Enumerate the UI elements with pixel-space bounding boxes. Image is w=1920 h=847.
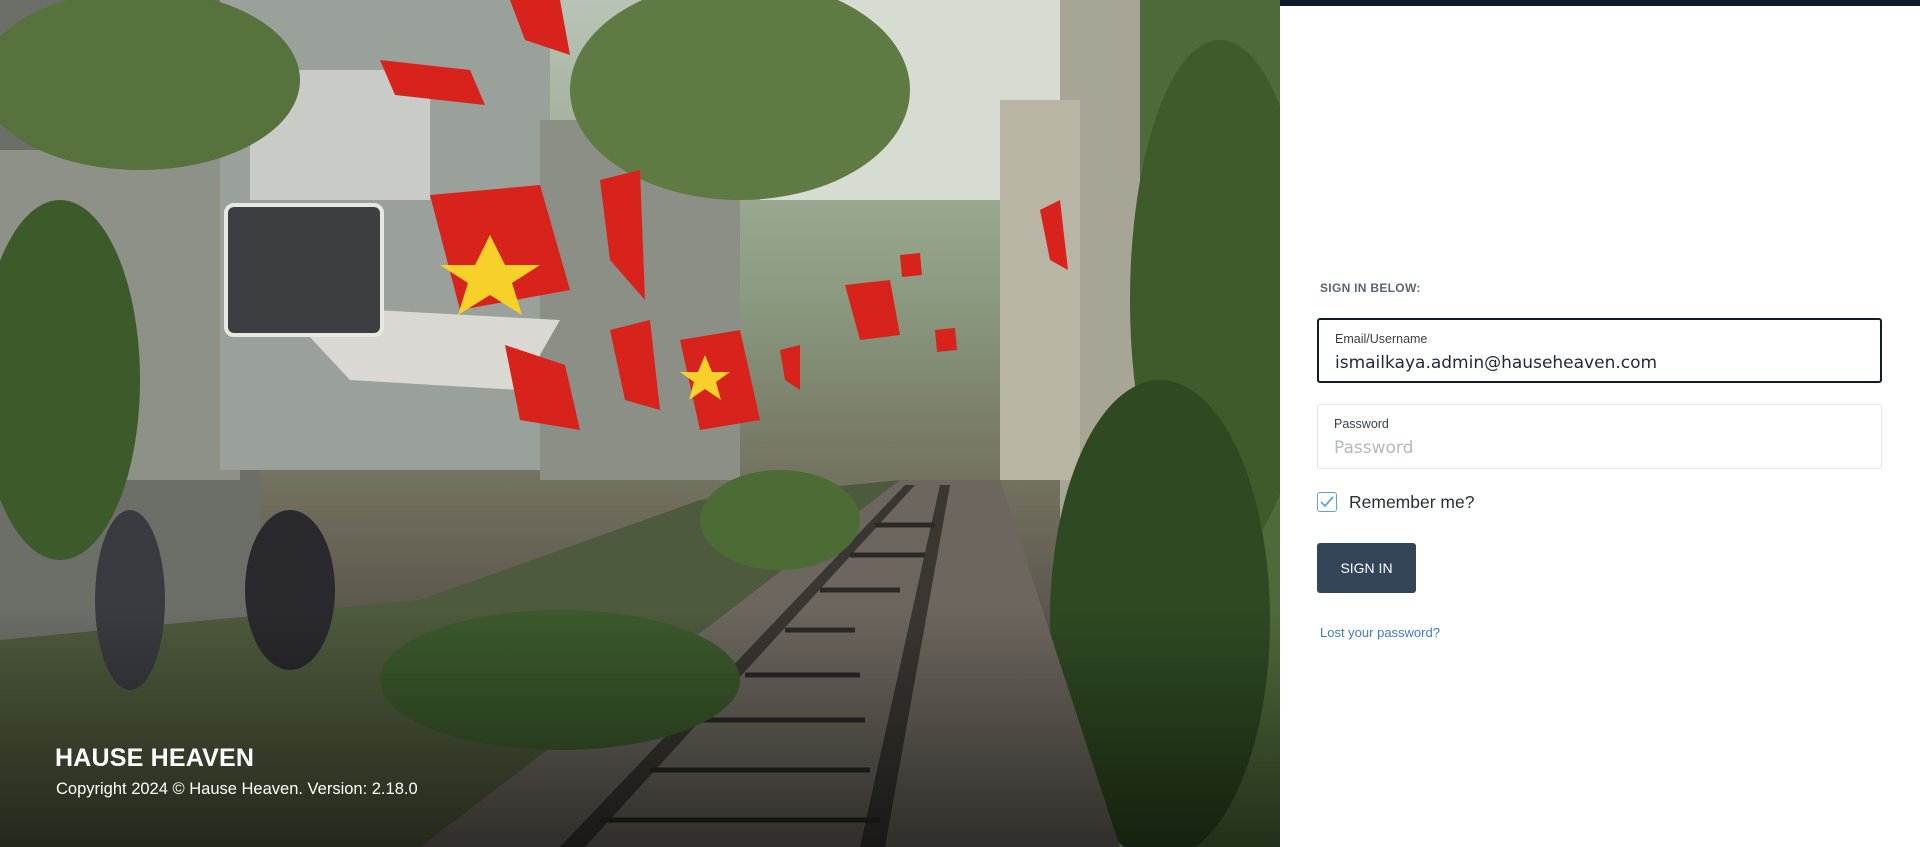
email-input[interactable] xyxy=(1335,350,1865,376)
hero-gradient-overlay xyxy=(0,607,1280,847)
checkmark-icon xyxy=(1320,496,1334,507)
email-field-label: Email/Username xyxy=(1335,332,1428,346)
panel-top-bar xyxy=(1280,0,1920,6)
brand-name: HAUSE HEAVEN xyxy=(55,744,255,772)
password-field[interactable]: Password xyxy=(1317,404,1882,469)
remember-me-checkbox[interactable] xyxy=(1317,492,1337,512)
hero-image: HAUSE HEAVEN Copyright 2024 © Hause Heav… xyxy=(0,0,1280,847)
remember-me-label[interactable]: Remember me? xyxy=(1349,492,1474,513)
form-heading: SIGN IN BELOW: xyxy=(1320,281,1421,295)
copyright-text: Copyright 2024 © Hause Heaven. Version: … xyxy=(56,780,418,798)
lost-password-link[interactable]: Lost your password? xyxy=(1320,625,1440,640)
remember-me-row[interactable]: Remember me? xyxy=(1317,490,1474,514)
email-field[interactable]: Email/Username xyxy=(1317,318,1882,383)
password-input[interactable] xyxy=(1334,435,1864,461)
login-panel: SIGN IN BELOW: Email/Username Password R… xyxy=(1280,0,1920,847)
password-field-label: Password xyxy=(1334,417,1389,431)
sign-in-button[interactable]: SIGN IN xyxy=(1317,543,1416,593)
